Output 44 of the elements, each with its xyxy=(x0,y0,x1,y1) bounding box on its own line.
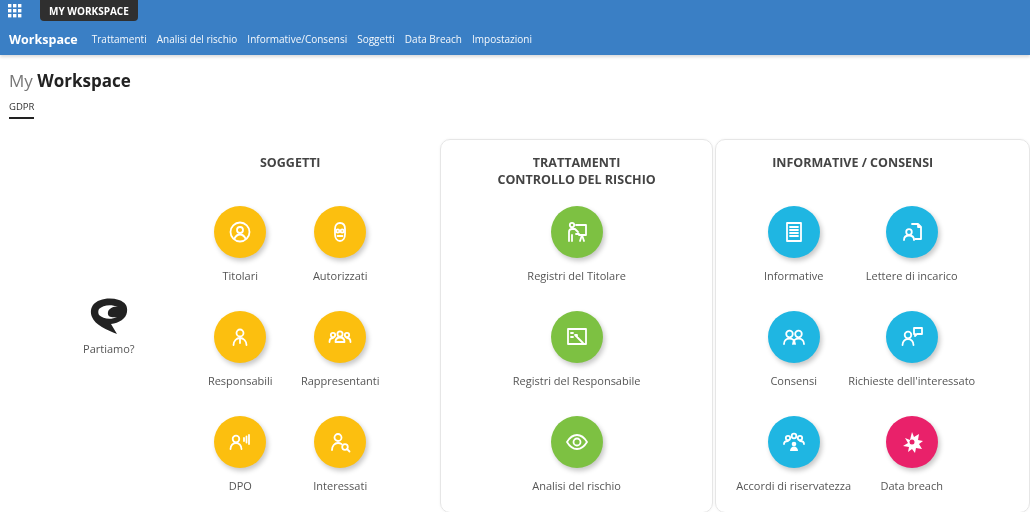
module-link[interactable]: Autorizzati xyxy=(312,268,368,284)
page-title: My Workspace xyxy=(9,69,132,92)
nav-link[interactable]: Analisi del rischio xyxy=(156,32,238,46)
module-button[interactable] xyxy=(550,311,603,363)
module-button[interactable] xyxy=(550,416,603,468)
module-link[interactable]: Informative xyxy=(764,268,824,284)
module-link[interactable]: Rappresentanti xyxy=(300,373,380,389)
module-link[interactable]: DPO xyxy=(228,478,252,494)
section-title: TRATTAMENTI CONTROLLO DEL RISCHIO xyxy=(497,154,656,190)
module-link[interactable]: Lettere di incarico xyxy=(865,268,958,284)
person-chat-icon xyxy=(899,325,924,349)
module-link[interactable]: Consensi xyxy=(770,373,817,389)
module-button[interactable] xyxy=(885,206,938,258)
module-button[interactable] xyxy=(885,416,938,468)
apps-grid-icon[interactable] xyxy=(8,4,22,18)
module-link[interactable]: Richieste dell'interessato xyxy=(848,373,976,389)
module-button[interactable] xyxy=(885,311,938,363)
module-link[interactable]: Responsabili xyxy=(207,373,273,389)
nav-link[interactable]: Data Breach xyxy=(404,32,462,46)
person-search-icon xyxy=(328,430,353,454)
workspace-button[interactable]: MY WORKSPACE xyxy=(40,0,138,21)
user-circle-icon xyxy=(228,220,253,244)
module-button[interactable] xyxy=(550,206,603,258)
nav-link[interactable]: Trattamenti xyxy=(91,32,147,46)
start-link[interactable]: Partiamo? xyxy=(83,340,135,356)
people-group-icon xyxy=(781,430,806,454)
module-link[interactable]: Data breach xyxy=(880,478,943,494)
section-title: SOGGETTI xyxy=(259,154,321,173)
section-title: INFORMATIVE / CONSENSI xyxy=(772,154,934,173)
module-link[interactable]: Registri del Responsabile xyxy=(512,373,641,389)
module-link[interactable]: Analisi del rischio xyxy=(532,478,621,494)
module-button[interactable] xyxy=(767,416,820,468)
module-link[interactable]: Registri del Titolare xyxy=(527,268,626,284)
module-link[interactable]: Titolari xyxy=(222,268,258,284)
module-button[interactable] xyxy=(767,311,820,363)
module-button[interactable] xyxy=(767,206,820,258)
logo xyxy=(88,296,129,335)
module-link[interactable]: Accordi di riservatezza xyxy=(736,478,851,494)
nav-link[interactable]: Soggetti xyxy=(357,32,395,46)
nav-link[interactable]: Impostazioni xyxy=(472,32,532,46)
nav-link[interactable]: Informative/Consensi xyxy=(247,32,348,46)
brand-link[interactable]: Workspace xyxy=(9,30,78,48)
module-link[interactable]: Interessati xyxy=(313,478,368,494)
tab[interactable]: GDPR xyxy=(9,100,35,119)
